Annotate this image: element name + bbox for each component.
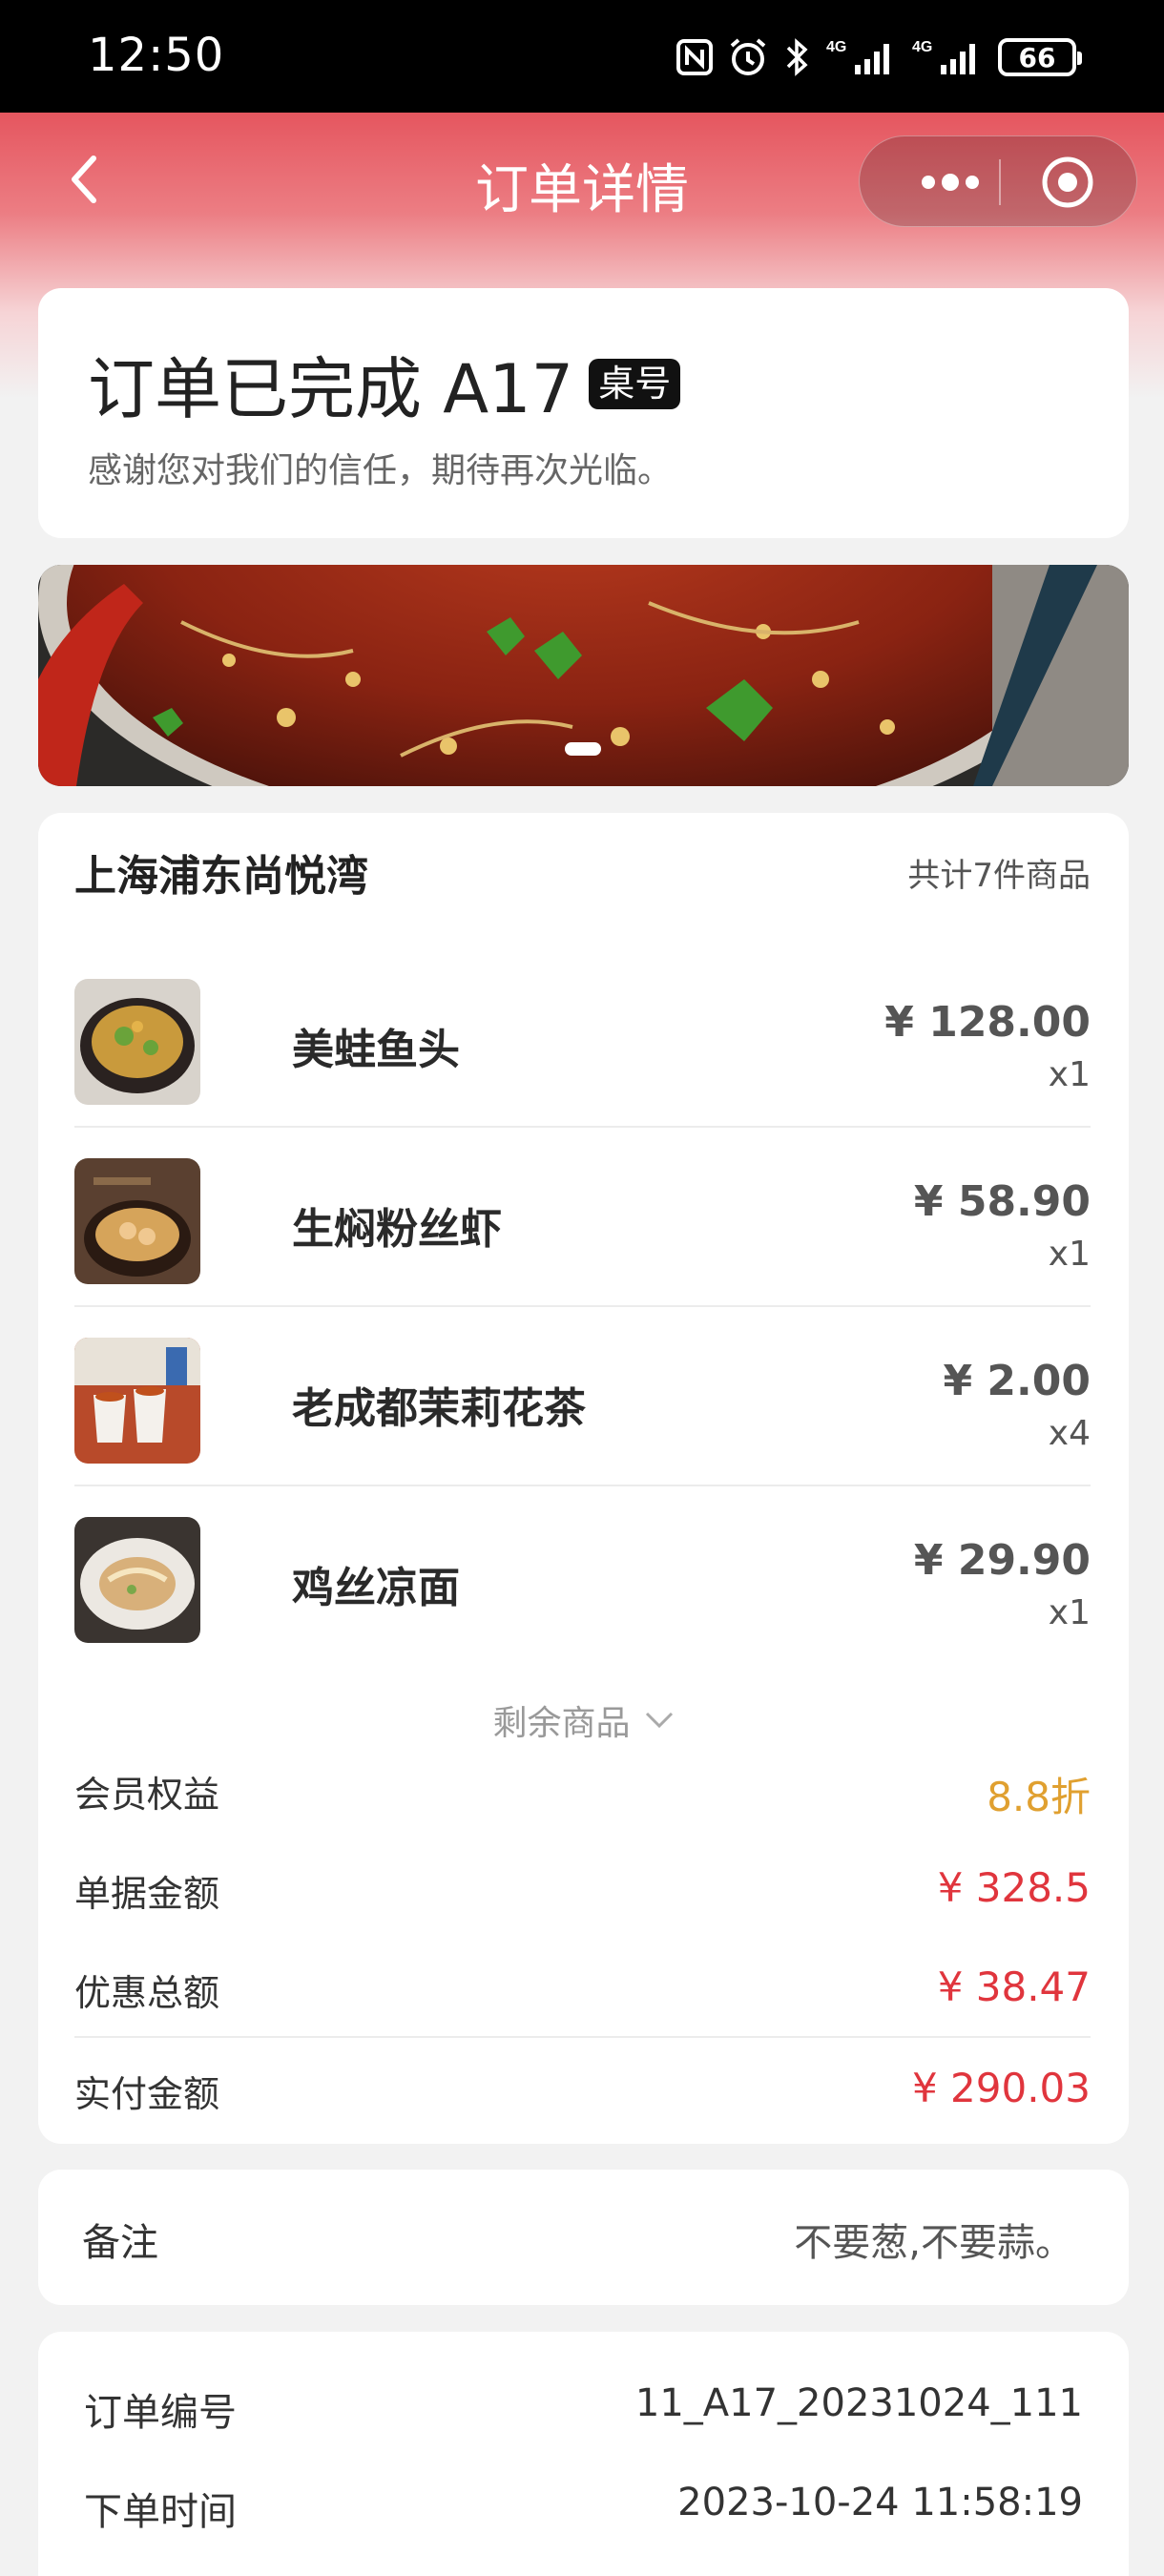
item-name: 美蛙鱼头 [292,1026,460,1074]
more-button[interactable] [898,163,1003,201]
summary-label: 实付金额 [74,2073,220,2115]
item-price: ¥ 58.90 [913,1177,1091,1226]
list-item[interactable]: 鸡丝凉面 ¥ 29.90 x1 [74,1486,1091,1666]
item-quantity: x4 [1048,1414,1091,1453]
summary-label: 优惠总额 [74,1972,220,2014]
order-items-card: 上海浦东尚悦湾 共计7件商品 美蛙鱼头 ¥ 128.00 x1 生焖粉丝虾 ¥ … [38,813,1129,2144]
list-item[interactable]: 美蛙鱼头 ¥ 128.00 x1 [74,948,1091,1128]
svg-text:4G: 4G [826,39,846,55]
item-name: 鸡丝凉面 [292,1564,460,1612]
summary-row-discount: 优惠总额 ¥ 38.47 [74,1942,1091,2038]
discount-total-value: ¥ 38.47 [937,1963,1091,2010]
item-quantity: x1 [1048,1593,1091,1632]
item-image [74,1158,200,1284]
bill-amount-value: ¥ 328.5 [937,1864,1091,1911]
status-time: 12:50 [88,29,225,82]
list-item[interactable]: 生焖粉丝虾 ¥ 58.90 x1 [74,1128,1091,1307]
item-quantity: x1 [1048,1235,1091,1274]
item-image [74,979,200,1105]
item-price: ¥ 2.00 [943,1357,1091,1405]
capsule-divider [999,159,1001,205]
item-image [74,1517,200,1643]
summary-label: 单据金额 [74,1873,220,1915]
order-number-row: 订单编号 11_A17_20231024_111 [84,2366,1083,2442]
order-status-title-row: 订单已完成 A17 桌号 [88,336,681,432]
order-number-value[interactable]: 11_A17_20231024_111 [635,2381,1083,2425]
divider [74,2036,1091,2038]
target-circle-icon [1042,156,1093,208]
item-price: ¥ 128.00 [884,998,1091,1047]
remark-card: 备注 不要葱,不要蒜。 [38,2170,1129,2305]
signal-4g-icon: 4G [826,39,889,74]
list-item[interactable]: 老成都茉莉花茶 ¥ 2.00 x4 [74,1307,1091,1486]
battery-icon: 66 [998,38,1082,76]
alarm-icon [730,38,766,75]
order-time-label: 下单时间 [84,2490,237,2534]
summary-row-member: 会员权益 8.8折 [74,1744,1091,1839]
show-more-label: 剩余商品 [492,1704,631,1743]
navbar: 订单详情 [0,113,1164,246]
order-number-label: 订单编号 [84,2391,237,2435]
remark-label: 备注 [82,2221,158,2265]
order-time-row: 下单时间 2023-10-24 11:58:19 [84,2465,1083,2542]
item-name: 生焖粉丝虾 [292,1205,502,1254]
order-status-card: 订单已完成 A17 桌号 感谢您对我们的信任，期待再次光临。 [38,288,1129,538]
item-quantity: x1 [1048,1055,1091,1094]
item-image [74,1338,200,1464]
paid-amount-value: ¥ 290.03 [911,2065,1091,2111]
remark-value: 不要葱,不要蒜。 [794,2221,1073,2265]
item-price: ¥ 29.90 [913,1536,1091,1585]
bluetooth-icon [786,38,808,76]
order-status-title: 订单已完成 A17 [88,350,574,428]
summary-row-paid: 实付金额 ¥ 290.03 [74,2044,1091,2139]
close-button[interactable] [1039,154,1096,211]
item-name: 老成都茉莉花茶 [292,1384,586,1433]
shop-name: 上海浦东尚悦湾 [74,852,368,901]
more-dots-icon [922,174,979,191]
summary-row-bill: 单据金额 ¥ 328.5 [74,1843,1091,1939]
chevron-down-icon [645,1712,673,1729]
summary-label: 会员权益 [74,1774,220,1816]
order-status-subtitle: 感谢您对我们的信任，期待再次光临。 [88,451,673,490]
carousel-indicator [565,742,601,756]
order-info-card: 订单编号 11_A17_20231024_111 下单时间 2023-10-24… [38,2332,1129,2576]
signal-4g-icon: 4G [912,39,975,74]
member-discount-value: 8.8折 [987,1774,1091,1820]
svg-text:4G: 4G [912,39,932,55]
table-number-badge: 桌号 [589,358,681,410]
promo-banner[interactable] [38,565,1129,786]
nfc-icon [676,39,713,75]
show-more-items-button[interactable]: 剩余商品 [38,1695,1129,1745]
item-count: 共计7件商品 [907,857,1091,895]
order-time-value: 2023-10-24 11:58:19 [677,2481,1083,2524]
status-icons: 4G 4G 66 [676,31,1082,84]
status-bar: 12:50 4G 4G 66 [0,0,1164,113]
miniprogram-capsule [859,135,1137,227]
